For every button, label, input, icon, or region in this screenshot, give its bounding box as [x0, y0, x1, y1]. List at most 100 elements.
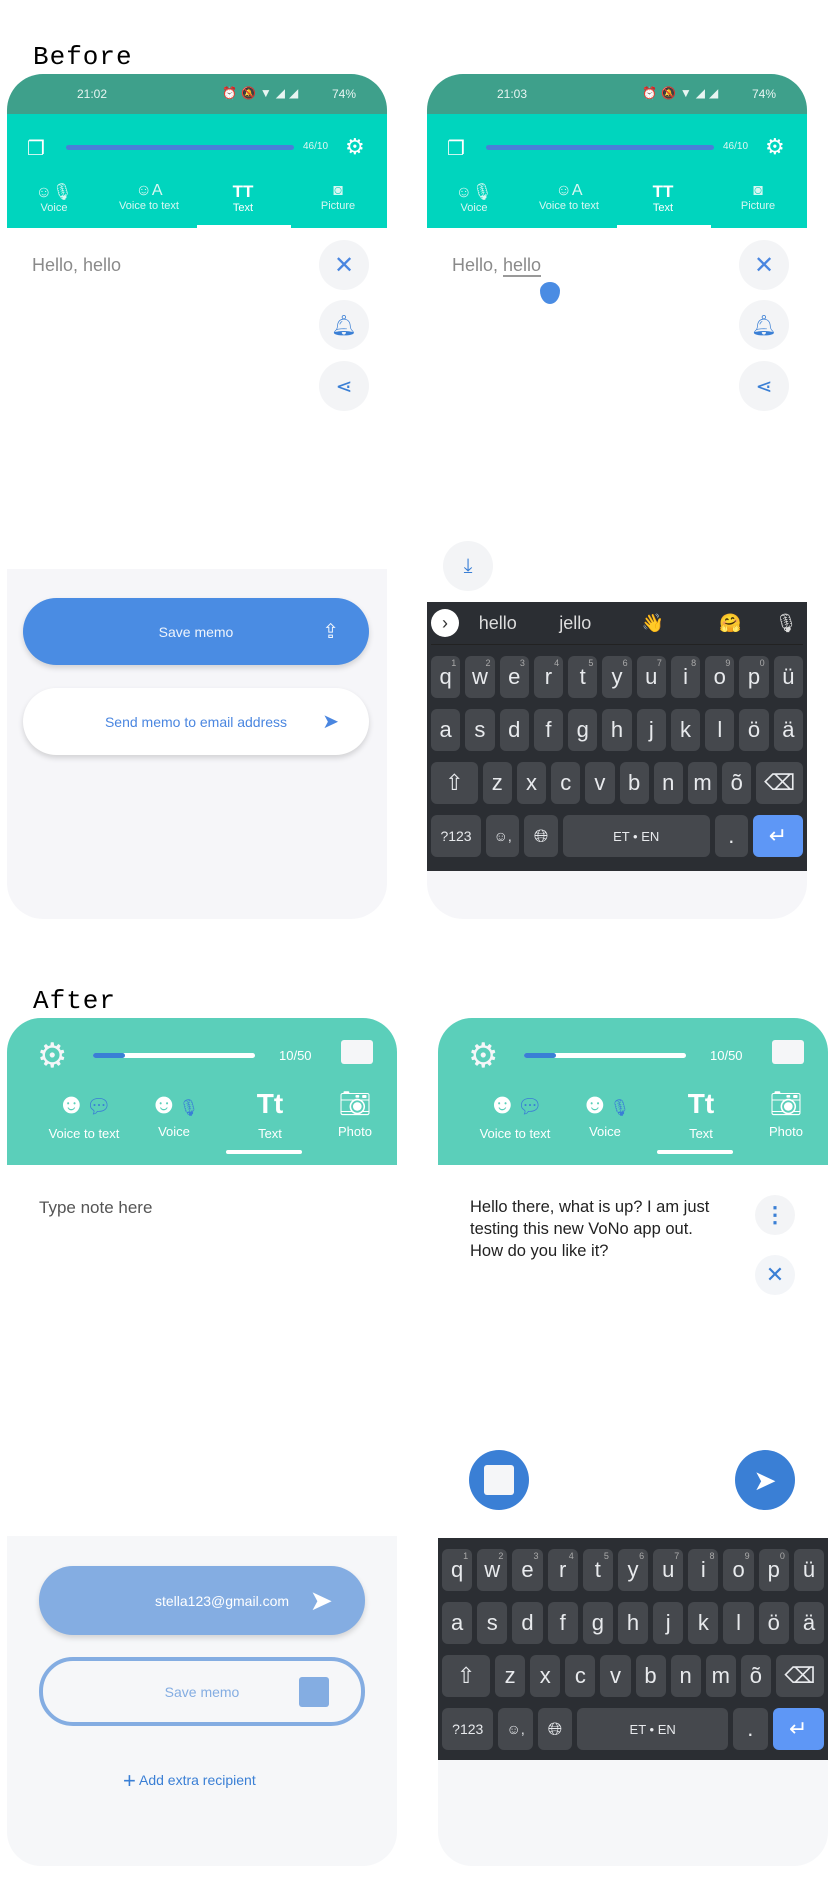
globe-icon[interactable]: 🌐︎ — [537, 1708, 573, 1750]
tab-voice-to-text[interactable]: ☻💬︎ Voice to text — [463, 1088, 567, 1141]
gear-icon[interactable]: ⚙ — [37, 1036, 67, 1076]
key-b[interactable]: b — [619, 762, 649, 804]
key-e[interactable]: e3 — [499, 656, 529, 698]
more-options-icon[interactable]: ⋮ — [755, 1195, 795, 1235]
key-l[interactable]: l — [705, 709, 735, 751]
key-e[interactable]: e3 — [512, 1549, 543, 1591]
note-input[interactable]: Type note here — [39, 1198, 152, 1218]
send-email-button[interactable]: Send memo to email address ➤ — [23, 688, 369, 755]
folder-icon[interactable] — [341, 1040, 373, 1064]
key-t[interactable]: t5 — [582, 1549, 613, 1591]
folder-icon[interactable] — [772, 1040, 804, 1064]
save-memo-button[interactable]: Save memo ⇪ — [23, 598, 369, 665]
gear-icon[interactable]: ⚙ — [345, 134, 365, 160]
tab-photo[interactable]: 📷︎ Photo — [741, 1088, 828, 1139]
tab-voice[interactable]: ☺🎙 Voice — [429, 182, 519, 214]
globe-icon[interactable]: 🌐︎ — [524, 815, 558, 857]
key-z[interactable]: z — [495, 1655, 526, 1697]
tab-text[interactable]: TT Text — [618, 182, 708, 214]
note-text[interactable]: Hello, hello — [452, 255, 542, 277]
key-c[interactable]: c — [565, 1655, 596, 1697]
backspace-key[interactable]: ⌫ — [756, 762, 804, 804]
key-o[interactable]: o9 — [723, 1549, 754, 1591]
key-q[interactable]: q1 — [431, 656, 461, 698]
key-h[interactable]: h — [602, 709, 632, 751]
close-icon[interactable]: ✕ — [755, 1255, 795, 1295]
key-u[interactable]: u7 — [636, 656, 666, 698]
key-ö[interactable]: ö — [758, 1602, 789, 1644]
key-p[interactable]: p0 — [739, 656, 769, 698]
key-f[interactable]: f — [533, 709, 564, 751]
key-n[interactable]: n — [653, 762, 683, 804]
tab-voice[interactable]: ☺🎙 Voice — [9, 182, 99, 214]
text-cursor-handle[interactable] — [540, 282, 560, 304]
key-c[interactable]: c — [551, 762, 581, 804]
tab-voice[interactable]: ☻🎙︎ Voice — [129, 1088, 219, 1139]
key-n[interactable]: n — [670, 1655, 701, 1697]
key-ü[interactable]: ü — [793, 1549, 825, 1591]
suggestion[interactable]: hello — [459, 613, 537, 634]
key-l[interactable]: l — [723, 1602, 754, 1644]
key-k[interactable]: k — [688, 1602, 719, 1644]
space-key[interactable]: ET • EN — [577, 1708, 729, 1750]
key-t[interactable]: t5 — [568, 656, 598, 698]
tab-photo[interactable]: 📷︎ Photo — [310, 1088, 397, 1139]
period-key[interactable]: . — [733, 1708, 768, 1750]
share-icon[interactable]: ⋖ — [319, 361, 369, 411]
key-s[interactable]: s — [465, 709, 495, 751]
close-icon[interactable]: ✕ — [739, 240, 789, 290]
key-p[interactable]: p0 — [758, 1549, 789, 1591]
key-m[interactable]: m — [687, 762, 718, 804]
key-õ[interactable]: õ — [740, 1655, 771, 1697]
key-w[interactable]: w2 — [477, 1549, 508, 1591]
key-w[interactable]: w2 — [465, 656, 495, 698]
backspace-key[interactable]: ⌫ — [775, 1655, 825, 1697]
tab-text[interactable]: Tt Text — [225, 1088, 315, 1141]
emoji-comma-key[interactable]: ☺, — [486, 815, 520, 857]
key-f[interactable]: f — [547, 1602, 578, 1644]
suggestion[interactable]: jello — [537, 613, 615, 634]
key-d[interactable]: d — [499, 709, 529, 751]
key-k[interactable]: k — [670, 709, 701, 751]
tab-voice[interactable]: ☻🎙︎ Voice — [560, 1088, 650, 1139]
key-o[interactable]: o9 — [705, 656, 735, 698]
key-v[interactable]: v — [585, 762, 615, 804]
key-ü[interactable]: ü — [773, 656, 803, 698]
save-memo-button[interactable]: Save memo — [39, 1657, 365, 1726]
key-y[interactable]: y6 — [617, 1549, 649, 1591]
key-r[interactable]: r4 — [547, 1549, 578, 1591]
shift-key[interactable]: ⇧ — [441, 1655, 491, 1697]
key-v[interactable]: v — [600, 1655, 631, 1697]
key-i[interactable]: i8 — [670, 656, 701, 698]
key-y[interactable]: y6 — [602, 656, 632, 698]
gear-icon[interactable]: ⚙ — [468, 1036, 498, 1076]
key-h[interactable]: h — [617, 1602, 649, 1644]
download-icon[interactable]: ⤓ — [443, 541, 493, 591]
save-button[interactable] — [469, 1450, 529, 1510]
key-i[interactable]: i8 — [688, 1549, 719, 1591]
key-j[interactable]: j — [653, 1602, 684, 1644]
key-a[interactable]: a — [431, 709, 461, 751]
symbols-key[interactable]: ?123 — [431, 815, 482, 857]
tab-text[interactable]: Tt Text — [656, 1088, 746, 1141]
key-m[interactable]: m — [705, 1655, 736, 1697]
key-r[interactable]: r4 — [533, 656, 564, 698]
key-s[interactable]: s — [477, 1602, 508, 1644]
key-g[interactable]: g — [568, 709, 598, 751]
tab-voice-to-text[interactable]: ☺A Voice to text — [104, 182, 194, 212]
enter-key[interactable]: ↵ — [752, 815, 803, 857]
send-email-button[interactable]: stella123@gmail.com ➤ — [39, 1566, 365, 1635]
tab-text[interactable]: TT Text — [198, 182, 288, 214]
suggestion[interactable]: 🤗 — [692, 613, 770, 634]
symbols-key[interactable]: ?123 — [442, 1708, 494, 1750]
folder-icon[interactable]: ❐ — [447, 136, 465, 161]
enter-key[interactable]: ↵ — [772, 1708, 824, 1750]
suggestion[interactable]: 👋 — [614, 613, 692, 634]
key-u[interactable]: u7 — [653, 1549, 684, 1591]
share-icon[interactable]: ⋖ — [739, 361, 789, 411]
note-input[interactable]: Hello there, what is up? I am just testi… — [470, 1196, 730, 1262]
tab-voice-to-text[interactable]: ☻💬︎ Voice to text — [32, 1088, 136, 1141]
tab-picture[interactable]: ◙ Picture — [293, 182, 383, 212]
bell-plus-icon[interactable]: 🔔︎ — [319, 300, 369, 350]
key-z[interactable]: z — [482, 762, 512, 804]
